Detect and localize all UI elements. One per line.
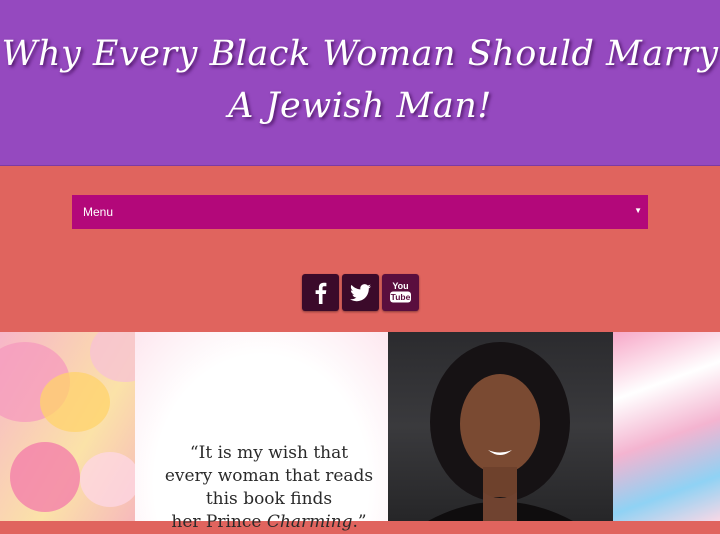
banner-right-strip (613, 332, 720, 521)
quote-line: every woman that reads (164, 466, 374, 486)
twitter-button[interactable] (342, 274, 379, 311)
menu-label: Menu (83, 205, 114, 219)
site-header: Why Every Black Woman Should Marry A Jew… (0, 0, 720, 166)
youtube-you-text: You (392, 281, 408, 291)
quote-line: this book finds (205, 489, 333, 509)
youtube-tube-text: Tube (391, 292, 411, 302)
quote-text: her Prince (171, 512, 267, 532)
site-title[interactable]: Why Every Black Woman Should Marry A Jew… (0, 28, 720, 132)
author-portrait (428, 342, 573, 521)
heart-blob (10, 442, 80, 512)
quote-text: .” (352, 512, 367, 532)
quote-line: “It is my wish that (189, 443, 349, 463)
heart-blob (40, 372, 110, 432)
author-photo (388, 332, 613, 521)
heart-blob (80, 452, 140, 507)
chevron-down-icon: ▼ (634, 206, 642, 215)
quote-emphasis: Charming (266, 512, 353, 532)
menu-dropdown[interactable]: Menu ▼ (72, 195, 648, 229)
book-quote: “It is my wish that every woman that rea… (140, 442, 398, 534)
facebook-button[interactable] (302, 274, 339, 311)
quote-line: her Prince Charming.” (140, 511, 398, 534)
youtube-button[interactable]: You Tube (382, 274, 419, 311)
facebook-icon (315, 282, 327, 304)
twitter-bird-icon (350, 284, 371, 302)
youtube-icon: You Tube (390, 281, 411, 303)
